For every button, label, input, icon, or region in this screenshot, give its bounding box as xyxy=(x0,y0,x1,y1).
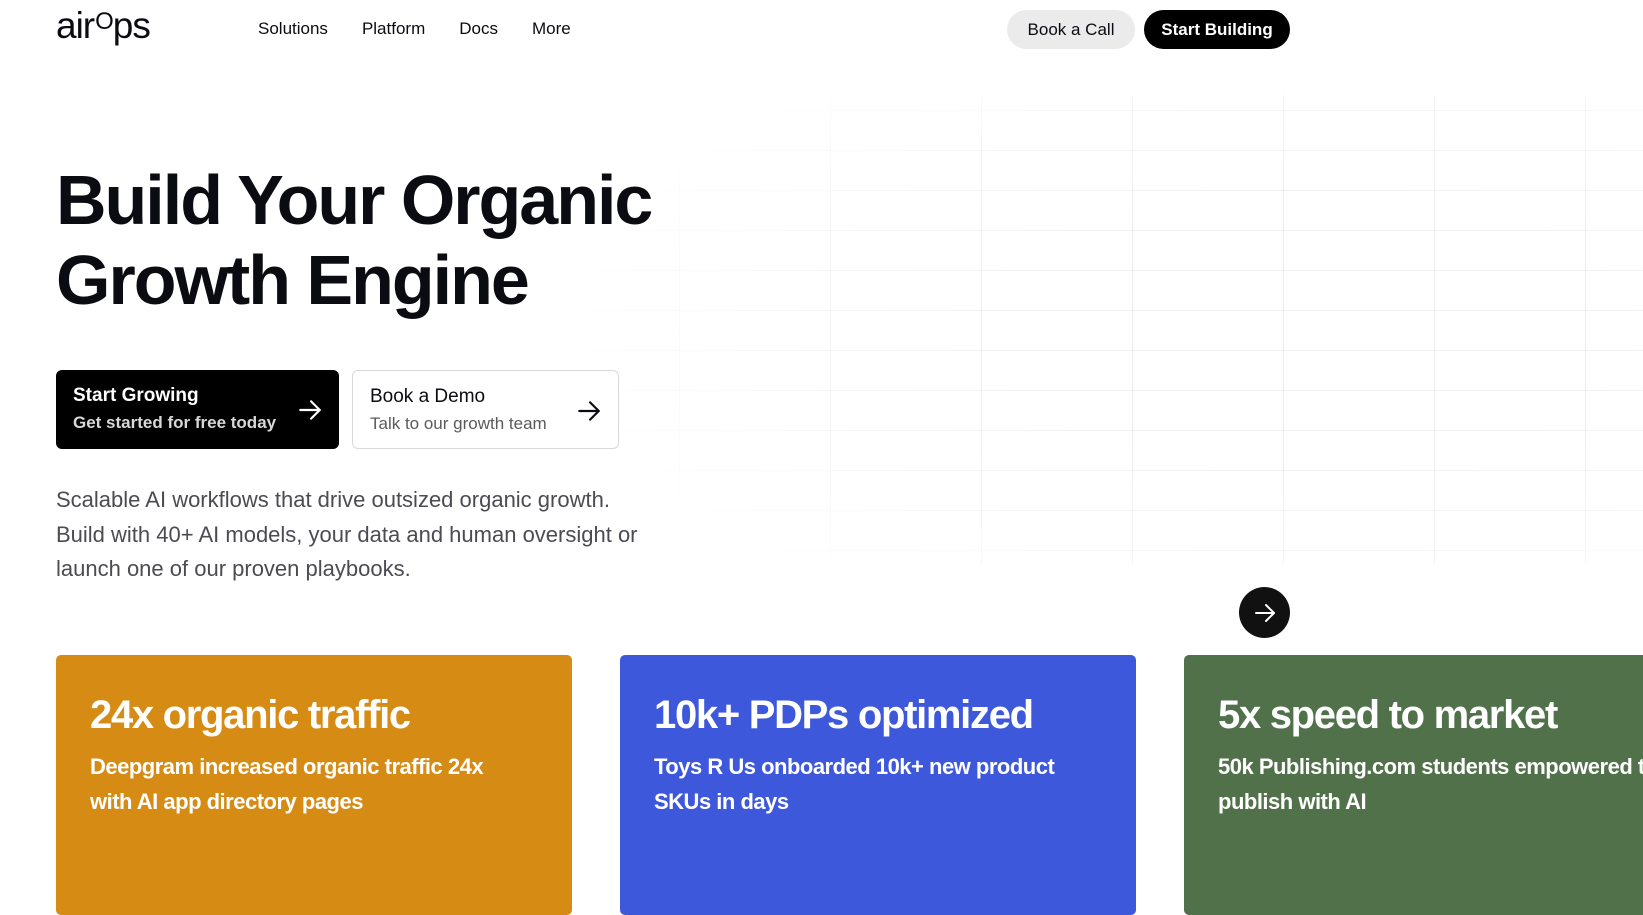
main-nav: Solutions Platform Docs More xyxy=(258,18,605,40)
logo-text-main: air xyxy=(56,5,95,46)
book-demo-title: Book a Demo xyxy=(370,386,486,407)
arrow-right-icon xyxy=(299,400,321,420)
book-demo-subtitle: Talk to our growth team xyxy=(370,414,547,433)
hero-grid-background xyxy=(520,95,1643,565)
arrow-right-icon xyxy=(1254,603,1275,622)
nav-solutions[interactable]: Solutions xyxy=(258,18,328,40)
hero-description: Scalable AI workflows that drive outsize… xyxy=(56,487,638,581)
book-call-button[interactable]: Book a Call xyxy=(1007,10,1135,49)
stat-card-text: 50k Publishing.com students empowered to… xyxy=(1218,754,1643,814)
airops-logo[interactable]: airOps xyxy=(56,5,151,47)
start-growing-title: Start Growing xyxy=(73,385,199,406)
stat-card-text: Deepgram increased organic traffic 24x w… xyxy=(90,754,484,814)
stat-card-publishing[interactable]: 5x speed to market 50k Publishing.com st… xyxy=(1184,655,1643,915)
nav-platform[interactable]: Platform xyxy=(362,18,425,40)
start-building-button[interactable]: Start Building xyxy=(1144,10,1290,49)
stat-card-title: 24x organic traffic xyxy=(90,693,411,737)
stat-card-title: 10k+ PDPs optimized xyxy=(654,693,1034,737)
book-demo-button[interactable]: Book a Demo Talk to our growth team xyxy=(352,370,619,449)
nav-more[interactable]: More xyxy=(532,18,571,40)
stat-card-toys-r-us[interactable]: 10k+ PDPs optimized Toys R Us onboarded … xyxy=(620,655,1136,915)
hero-title: Build Your Organic Growth Engine xyxy=(56,160,653,320)
logo-text-sup: O xyxy=(95,8,114,35)
start-growing-subtitle: Get started for free today xyxy=(73,413,277,432)
stat-card-title: 5x speed to market xyxy=(1218,693,1558,737)
arrow-right-icon xyxy=(578,401,600,421)
logo-text-tail: ps xyxy=(112,5,151,46)
stat-card-deepgram[interactable]: 24x organic traffic Deepgram increased o… xyxy=(56,655,572,915)
start-growing-button[interactable]: Start Growing Get started for free today xyxy=(56,370,339,449)
nav-docs[interactable]: Docs xyxy=(459,18,498,40)
hero-title-line-2: Growth Engine xyxy=(56,241,530,319)
carousel-next-button[interactable] xyxy=(1239,587,1290,638)
stat-card-text: Toys R Us onboarded 10k+ new product SKU… xyxy=(654,754,1055,814)
hero-title-line-1: Build Your Organic xyxy=(56,161,653,239)
